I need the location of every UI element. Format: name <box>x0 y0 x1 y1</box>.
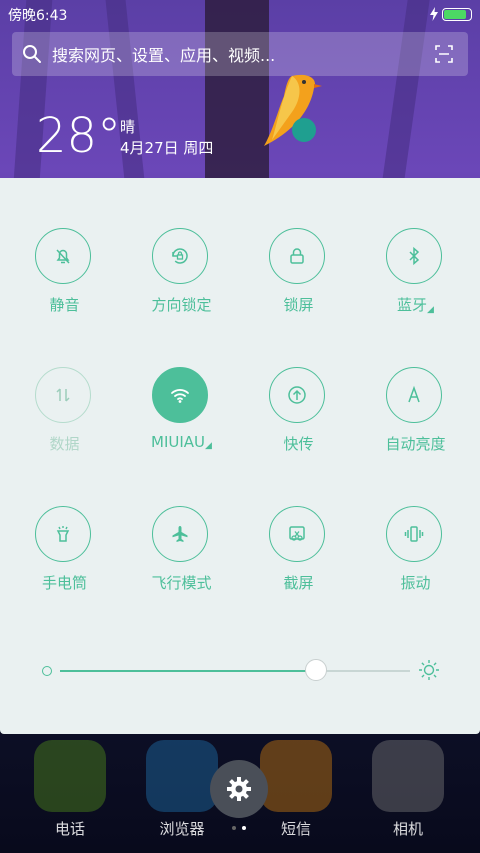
weather-date: 4月27日 周四 <box>120 139 214 157</box>
dock-app-label: 电话 <box>54 820 85 838</box>
dock-app-label: 相机 <box>392 820 423 838</box>
airplane-icon <box>152 506 208 562</box>
bluetooth-icon <box>386 228 442 284</box>
toggle-bell-off[interactable]: 静音 <box>6 228 123 338</box>
toggle-label: 静音 <box>49 296 80 314</box>
toggle-label: MIUIAU◢ <box>151 433 212 451</box>
brightness-low-icon <box>42 666 52 676</box>
toggle-mobile-data[interactable]: 数据 <box>6 367 123 477</box>
toggle-label: 锁屏 <box>283 296 314 314</box>
toggle-rotation-lock[interactable]: 方向锁定 <box>123 228 240 338</box>
lock-icon <box>269 228 325 284</box>
toggle-label: 飞行模式 <box>151 574 212 592</box>
toggle-label: 数据 <box>49 435 80 453</box>
flashlight-icon <box>35 506 91 562</box>
dock-app-phone[interactable]: 电话 <box>34 740 106 839</box>
dock-app-label: 浏览器 <box>159 820 205 838</box>
dock-app-camera[interactable]: 相机 <box>372 740 444 839</box>
toggle-screenshot[interactable]: 截屏 <box>240 506 357 616</box>
mobile-data-icon <box>35 367 91 423</box>
vibrate-icon <box>386 506 442 562</box>
dock-app-messages[interactable]: 短信 <box>260 740 332 839</box>
toggle-label: 快传 <box>283 435 314 453</box>
toggle-flashlight[interactable]: 手电筒 <box>6 506 123 616</box>
dock-app-label: 短信 <box>280 820 311 838</box>
expand-arrow-icon: ◢ <box>427 305 434 315</box>
wifi-icon <box>152 367 208 423</box>
camera-icon <box>372 740 444 812</box>
page-indicator <box>232 826 246 830</box>
brightness-slider-thumb[interactable] <box>304 659 327 681</box>
brightness-high-icon <box>419 660 439 680</box>
dock-app-browser[interactable]: 浏览器 <box>146 740 218 839</box>
toggle-lock[interactable]: 锁屏 <box>240 228 357 338</box>
search-placeholder: 搜索网页、设置、应用、视频... <box>52 46 276 65</box>
bird-illustration <box>264 74 322 146</box>
toggle-label: 手电筒 <box>41 574 87 592</box>
toggle-bluetooth[interactable]: 蓝牙◢ <box>357 228 474 338</box>
toggle-airplane[interactable]: 飞行模式 <box>123 506 240 616</box>
brightness-slider[interactable] <box>60 659 410 681</box>
toggle-vibrate[interactable]: 振动 <box>357 506 474 616</box>
quick-settings-panel: 静音 方向锁定 锁屏 蓝牙◢ 数据 MIUIAU◢ 快传 自动亮度手电筒 飞行模式 截屏 振动 <box>0 178 480 734</box>
toggle-label: 截屏 <box>283 574 314 592</box>
toggle-label: 方向锁定 <box>151 296 212 314</box>
weather-condition: 晴 <box>120 118 136 136</box>
status-bar: 傍晚6:43 <box>0 0 480 28</box>
phone-icon <box>34 740 106 812</box>
search-bar[interactable]: 搜索网页、设置、应用、视频... <box>12 32 468 76</box>
status-time: 傍晚6:43 <box>8 8 68 24</box>
rotation-lock-icon <box>152 228 208 284</box>
toggle-label: 振动 <box>400 574 431 592</box>
charging-icon <box>430 7 438 21</box>
quick-transfer-icon <box>269 367 325 423</box>
toggle-auto-brightness[interactable]: 自动亮度 <box>357 367 474 477</box>
toggle-label: 蓝牙◢ <box>397 296 434 315</box>
search-icon <box>12 44 52 64</box>
screenshot-icon <box>269 506 325 562</box>
settings-button[interactable] <box>210 760 268 818</box>
toggle-label: 自动亮度 <box>385 435 446 453</box>
toggle-quick-transfer[interactable]: 快传 <box>240 367 357 477</box>
auto-brightness-icon <box>386 367 442 423</box>
gear-icon <box>227 777 251 801</box>
messages-icon <box>260 740 332 812</box>
expand-arrow-icon: ◢ <box>205 441 212 451</box>
scan-icon[interactable] <box>420 45 468 63</box>
bell-off-icon <box>35 228 91 284</box>
browser-icon <box>146 740 218 812</box>
weather-temperature: 28° <box>36 108 122 164</box>
toggle-wifi[interactable]: MIUIAU◢ <box>123 367 240 477</box>
battery-icon <box>442 7 472 21</box>
